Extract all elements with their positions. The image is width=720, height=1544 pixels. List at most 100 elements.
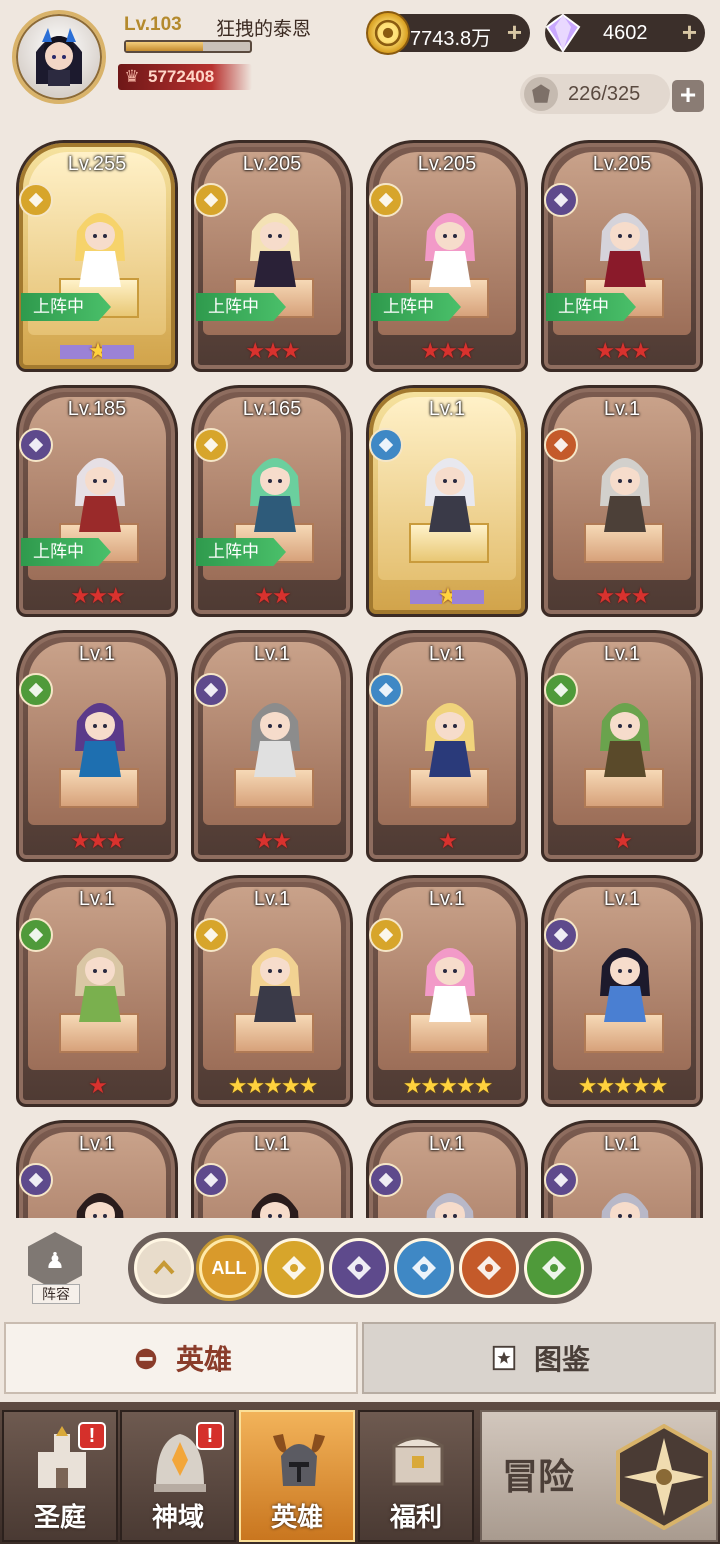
- hero-level: Lv.205: [417, 153, 477, 175]
- order-faction-icon: [369, 428, 403, 462]
- hero-star-rating: ★: [369, 582, 525, 610]
- hero-card[interactable]: Lv.1 ★★★★★: [366, 875, 528, 1107]
- deployed-badge: 上阵中: [371, 293, 461, 321]
- hero-level: Lv.1: [78, 888, 116, 910]
- nav-divine-realm-label: 神域: [151, 1502, 204, 1532]
- nav-heroes[interactable]: 英雄: [239, 1410, 355, 1542]
- hero-level: Lv.1: [78, 643, 116, 665]
- hero-sprite-icon: [600, 948, 650, 1022]
- helmet-icon: [273, 1434, 325, 1486]
- adventure-button[interactable]: 冒险: [480, 1410, 718, 1542]
- tab-heroes-label: 英雄: [175, 1344, 232, 1375]
- light-faction-icon: [194, 428, 228, 462]
- filter-up-button[interactable]: [134, 1238, 194, 1298]
- chevron-up-icon: [153, 1260, 175, 1275]
- notification-badge: !: [196, 1422, 224, 1450]
- nav-divine-realm[interactable]: ! 神域: [120, 1410, 236, 1542]
- hero-sprite-icon: [251, 1193, 299, 1218]
- hero-card[interactable]: Lv.205 上阵中 ★★★: [191, 140, 353, 372]
- hero-card[interactable]: Lv.1: [16, 1120, 178, 1218]
- beast-faction-icon: [544, 428, 578, 462]
- hero-star-rating: ★★★: [595, 583, 650, 608]
- light-faction-icon: [194, 183, 228, 217]
- hero-card[interactable]: Lv.205 上阵中 ★★★: [541, 140, 703, 372]
- filter-beast-button[interactable]: [459, 1238, 519, 1298]
- filter-light-button[interactable]: [264, 1238, 324, 1298]
- dark-faction-icon: [194, 673, 228, 707]
- hero-level: Lv.1: [253, 643, 291, 665]
- hero-card[interactable]: Lv.1 ★: [366, 630, 528, 862]
- dark-faction-icon: [544, 183, 578, 217]
- hero-level: Lv.1: [603, 398, 641, 420]
- hero-sprite-icon: [426, 1193, 474, 1218]
- tab-heroes[interactable]: 英雄: [4, 1322, 358, 1394]
- hero-level: Lv.1: [428, 888, 466, 910]
- hero-card[interactable]: Lv.1 ★★★★★: [541, 875, 703, 1107]
- deployed-badge: 上阵中: [21, 538, 111, 566]
- hero-sprite-icon: [250, 213, 300, 287]
- hero-sprite-icon: [75, 458, 125, 532]
- hero-level: Lv.1: [78, 1133, 116, 1155]
- nav-courtyard[interactable]: ! 圣庭: [2, 1410, 118, 1542]
- gold-add-button[interactable]: +: [507, 19, 522, 45]
- hero-card[interactable]: Lv.1: [366, 1120, 528, 1218]
- xp-progress-fill: [126, 42, 203, 51]
- notification-badge: !: [78, 1422, 106, 1450]
- hero-sprite-icon: [425, 458, 475, 532]
- dark-faction-icon: [544, 1163, 578, 1197]
- beast-faction-icon: [477, 1256, 501, 1280]
- hero-card[interactable]: Lv.1: [541, 1120, 703, 1218]
- player-avatar[interactable]: [12, 10, 106, 104]
- dark-faction-icon: [347, 1256, 371, 1280]
- hero-card[interactable]: Lv.1 ★★★: [541, 385, 703, 617]
- filter-order-button[interactable]: [394, 1238, 454, 1298]
- light-faction-icon: [282, 1256, 306, 1280]
- nav-heroes-label: 英雄: [270, 1502, 323, 1532]
- lineup-label: 阵容: [32, 1284, 80, 1304]
- hero-capacity-add-button[interactable]: +: [672, 80, 704, 112]
- dark-faction-icon: [369, 1163, 403, 1197]
- hero-card[interactable]: Lv.1 ★: [16, 875, 178, 1107]
- filter-nature-button[interactable]: [524, 1238, 584, 1298]
- section-tabs: 英雄 图鉴: [0, 1322, 720, 1398]
- hero-card[interactable]: Lv.1 ★★★: [16, 630, 178, 862]
- light-faction-icon: [19, 183, 53, 217]
- hero-sprite-icon: [75, 703, 125, 777]
- hero-card[interactable]: Lv.165 上阵中 ★★: [191, 385, 353, 617]
- nav-welfare[interactable]: 福利: [358, 1410, 474, 1542]
- hero-card[interactable]: Lv.1: [191, 1120, 353, 1218]
- treasure-chest-icon: [392, 1436, 444, 1486]
- top-header: Lv.103 狂拽的泰恩 ♛ 5772408 7743.8万 + 4602 + …: [0, 0, 720, 130]
- light-faction-icon: [194, 918, 228, 952]
- hero-card[interactable]: Lv.1 ★★: [191, 630, 353, 862]
- hero-card[interactable]: Lv.1 ★: [541, 630, 703, 862]
- filter-all-button[interactable]: ALL: [199, 1238, 259, 1298]
- hero-level: Lv.1: [603, 643, 641, 665]
- deployed-badge: 上阵中: [546, 293, 636, 321]
- tab-codex[interactable]: 图鉴: [362, 1322, 716, 1394]
- gem-add-button[interactable]: +: [682, 19, 697, 45]
- dark-faction-icon: [194, 1163, 228, 1197]
- filter-dark-button[interactable]: [329, 1238, 389, 1298]
- combat-power-value: 5772408: [148, 67, 215, 86]
- hero-card[interactable]: Lv.1 ★: [366, 385, 528, 617]
- nature-faction-icon: [544, 673, 578, 707]
- hero-card[interactable]: Lv.185 上阵中 ★★★: [16, 385, 178, 617]
- gold-currency: 7743.8万 +: [366, 11, 530, 55]
- power-icon: ♛: [124, 67, 140, 86]
- nav-welfare-label: 福利: [389, 1502, 442, 1532]
- hero-sprite-icon: [600, 458, 650, 532]
- hero-sprite-icon: [425, 948, 475, 1022]
- hero-star-rating: ★★★: [70, 828, 125, 853]
- hero-sprite-icon: [76, 1193, 124, 1218]
- lineup-button[interactable]: ♟ 阵容: [22, 1232, 88, 1304]
- hero-level: Lv.1: [253, 888, 291, 910]
- hero-capacity: 226/325: [520, 74, 670, 114]
- diamond-icon: [541, 11, 585, 55]
- hero-helmet-icon: [130, 1342, 162, 1374]
- hero-card[interactable]: Lv.255 上阵中 ★: [16, 140, 178, 372]
- hero-level: Lv.1: [603, 888, 641, 910]
- gem-currency: 4602 +: [545, 13, 705, 53]
- hero-card[interactable]: Lv.205 上阵中 ★★★: [366, 140, 528, 372]
- hero-card[interactable]: Lv.1 ★★★★★: [191, 875, 353, 1107]
